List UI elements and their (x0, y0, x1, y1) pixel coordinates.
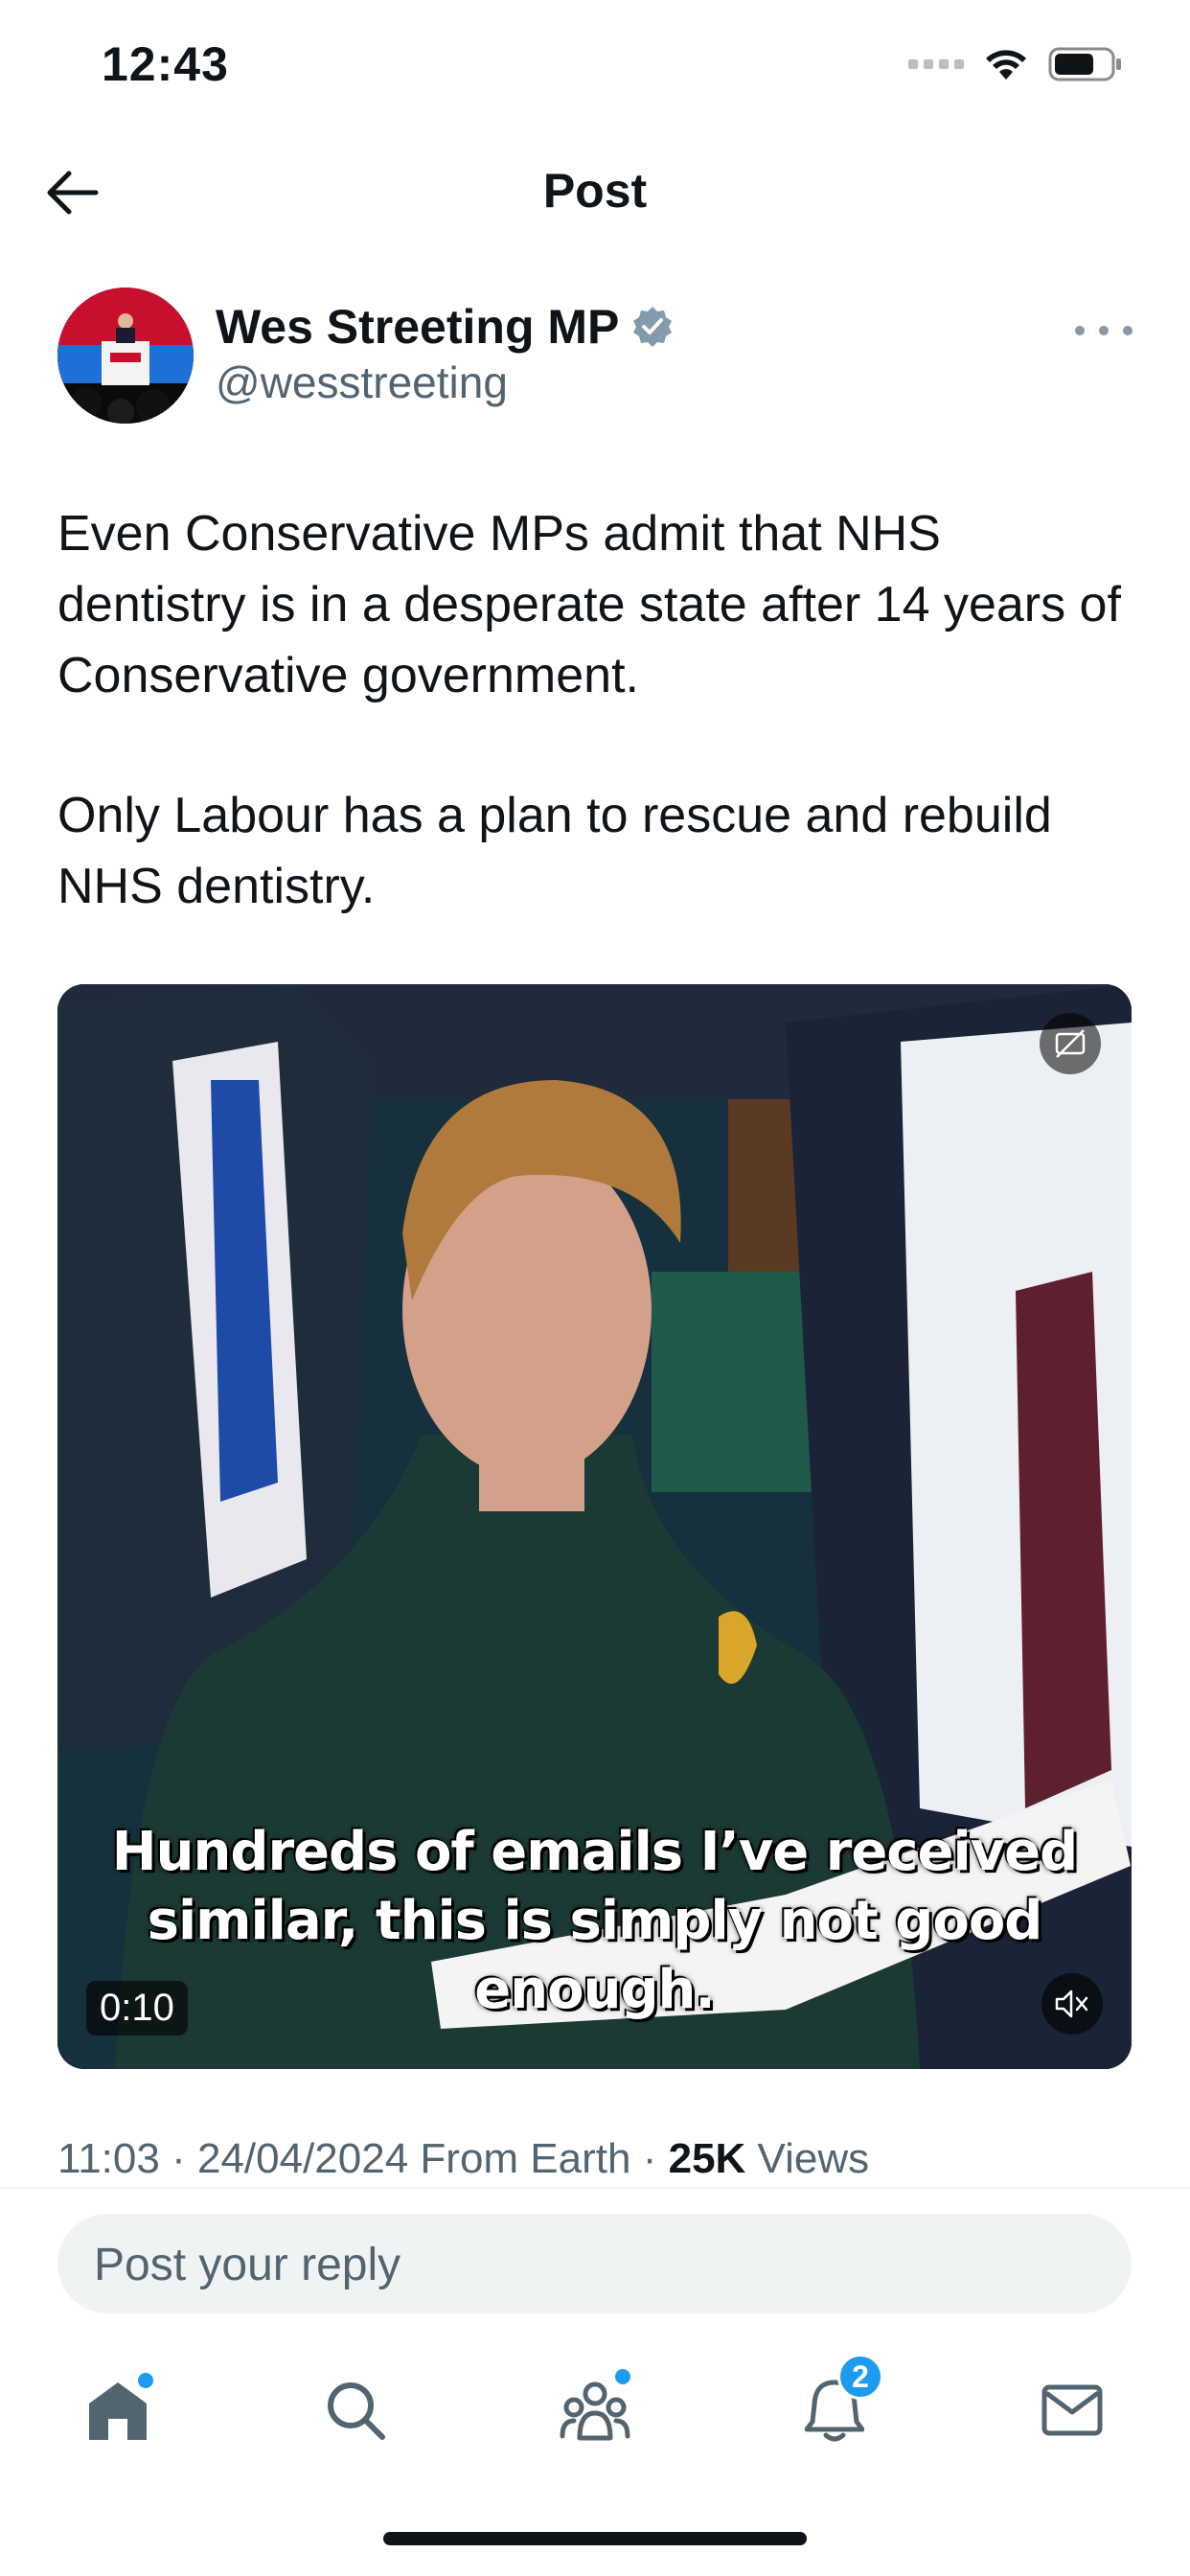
more-dot (1123, 326, 1133, 335)
more-options-button[interactable] (1075, 316, 1133, 345)
page-title: Post (542, 164, 648, 218)
views-label: Views (757, 2135, 870, 2182)
author-handle[interactable]: @wesstreeting (216, 356, 508, 408)
tab-home[interactable] (75, 2367, 161, 2453)
author-name[interactable]: Wes Streeting MP (216, 299, 619, 355)
captions-button[interactable] (1040, 1013, 1101, 1074)
reply-input[interactable]: Post your reply (57, 2214, 1132, 2313)
views-count: 25K (668, 2135, 746, 2182)
author-row: Wes Streeting MP @wesstreeting (57, 288, 1133, 426)
tab-communities[interactable] (552, 2367, 638, 2453)
meta-separator: · (642, 2135, 657, 2182)
header: Post (0, 134, 1190, 249)
communities-unread-dot (615, 2369, 630, 2384)
home-indicator (383, 2532, 807, 2545)
video-player[interactable]: Hundreds of emails I’ve received similar… (57, 984, 1132, 2069)
author-name-row: Wes Streeting MP (216, 299, 675, 355)
messages-icon (1041, 2384, 1103, 2436)
subtitle-line: similar, this is simply not good enough. (147, 1890, 1043, 2021)
speaker-muted-icon (1055, 1990, 1088, 2018)
home-icon (89, 2382, 147, 2440)
subtitle-line: Hundreds of emails I’ve received (111, 1821, 1079, 1883)
video-subtitle: Hundreds of emails I’ve received similar… (57, 1818, 1132, 2025)
signal-icon (908, 59, 964, 69)
communities-icon (560, 2381, 630, 2441)
tab-messages[interactable] (1029, 2367, 1115, 2453)
tab-bar: 2 (0, 2338, 1190, 2472)
captions-off-icon (1055, 1029, 1086, 1058)
post-text: Even Conservative MPs admit that NHS den… (57, 498, 1140, 991)
reply-placeholder: Post your reply (94, 2240, 401, 2290)
video-duration: 0:10 (86, 1981, 188, 2036)
wifi-icon (986, 50, 1026, 80)
divider (0, 2187, 1190, 2189)
meta-separator: · (172, 2135, 186, 2182)
battery-icon (1048, 47, 1121, 81)
post-time: 11:03 (57, 2135, 160, 2182)
search-icon (328, 2382, 385, 2440)
more-dot (1099, 326, 1109, 335)
post-date: 24/04/2024 (196, 2135, 409, 2182)
home-unread-dot (138, 2373, 153, 2388)
post-paragraph: Only Labour has a plan to rescue and reb… (57, 788, 1052, 914)
tab-search[interactable] (312, 2367, 399, 2453)
avatar[interactable] (57, 288, 194, 424)
status-time: 12:43 (102, 37, 229, 91)
post-paragraph: Even Conservative MPs admit that NHS den… (57, 506, 1121, 703)
post-source: From Earth (420, 2135, 631, 2182)
notifications-badge: 2 (837, 2354, 883, 2400)
more-dot (1075, 326, 1085, 335)
tab-notifications[interactable]: 2 (791, 2354, 883, 2453)
post-meta: 11:03 · 24/04/2024 From Earth · 25K View… (57, 2135, 869, 2183)
mute-button[interactable] (1041, 1973, 1103, 2035)
verified-badge-icon (633, 307, 673, 347)
status-bar: 12:43 (0, 0, 1190, 134)
status-icons (908, 46, 1123, 82)
